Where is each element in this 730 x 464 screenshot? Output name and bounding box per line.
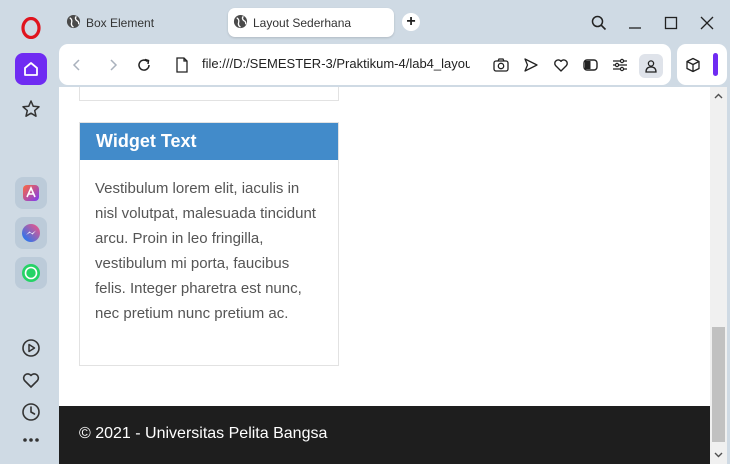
url-text[interactable]: file:///D:/SEMESTER-3/Praktikum-4/lab4_l…	[202, 56, 470, 71]
maximize-icon[interactable]	[659, 11, 683, 35]
widget-text-box: Widget Text Vestibulum lorem elit, iacul…	[79, 122, 339, 366]
widget-title: Widget Text	[80, 123, 338, 160]
send-icon[interactable]	[520, 54, 542, 76]
scroll-down-arrow-icon[interactable]	[713, 449, 724, 460]
profile-icon[interactable]	[639, 54, 663, 78]
minimize-icon[interactable]	[623, 11, 647, 35]
tab-title: Box Element	[86, 15, 155, 30]
widget-body-text: Vestibulum lorem elit, iaculis in nisl v…	[95, 180, 316, 322]
tab-box-element[interactable]: Box Element	[64, 8, 224, 37]
reload-icon[interactable]	[134, 55, 154, 75]
page-viewport: magna Widget Text Vestibulum lorem elit,…	[59, 87, 710, 464]
extensions-box	[677, 44, 727, 85]
globe-icon	[233, 14, 248, 32]
tab-layout-sederhana[interactable]: Layout Sederhana	[228, 8, 394, 37]
favorites-heart-icon[interactable]	[15, 364, 47, 396]
vertical-scrollbar[interactable]	[710, 87, 727, 464]
extensions-cube-icon[interactable]	[682, 54, 704, 76]
scrollbar-thumb[interactable]	[712, 327, 725, 442]
forward-icon[interactable]	[103, 55, 123, 75]
more-icon[interactable]	[15, 424, 47, 456]
back-icon[interactable]	[67, 55, 87, 75]
sidebar-toggle-indicator[interactable]	[713, 53, 718, 76]
snapshot-camera-icon[interactable]	[490, 54, 512, 76]
player-icon[interactable]	[15, 332, 47, 364]
easy-setup-icon[interactable]	[609, 54, 631, 76]
tab-title: Layout Sederhana	[253, 15, 352, 30]
bookmark-heart-icon[interactable]	[550, 54, 572, 76]
address-bar: file:///D:/SEMESTER-3/Praktikum-4/lab4_l…	[59, 44, 671, 85]
search-tabs-icon[interactable]	[587, 11, 611, 35]
page-footer: © 2021 - Universitas Pelita Bangsa	[59, 406, 710, 464]
previous-widget-box: magna	[79, 87, 339, 101]
globe-icon	[66, 14, 81, 32]
new-tab-plus-icon[interactable]: +	[402, 13, 420, 31]
scroll-up-arrow-icon[interactable]	[713, 90, 724, 101]
opera-sidebar	[0, 0, 60, 464]
messenger-icon[interactable]	[15, 217, 47, 249]
bookmarks-star-icon[interactable]	[15, 93, 47, 125]
previous-widget-text: magna	[96, 87, 142, 88]
home-icon[interactable]	[15, 53, 47, 85]
file-icon[interactable]	[172, 55, 192, 75]
whatsapp-icon[interactable]	[15, 257, 47, 289]
opera-logo-icon[interactable]	[15, 12, 47, 44]
aria-icon[interactable]	[15, 177, 47, 209]
close-icon[interactable]	[695, 11, 719, 35]
battery-saver-icon[interactable]	[580, 54, 602, 76]
